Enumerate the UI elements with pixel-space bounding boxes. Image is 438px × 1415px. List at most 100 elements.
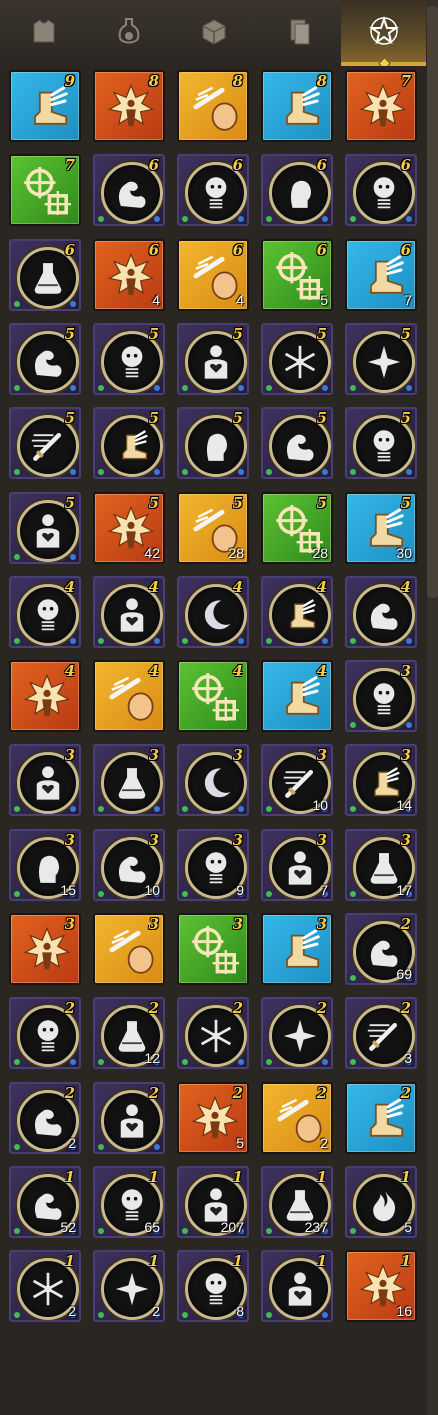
rune-slot[interactable]: 7 xyxy=(9,154,81,226)
rune-slot[interactable]: 3 xyxy=(177,913,249,985)
rune-slot[interactable]: 4 xyxy=(93,576,165,648)
socket-gems xyxy=(14,299,76,307)
rune-slot[interactable]: 5 xyxy=(9,492,81,564)
rune-level: 2 xyxy=(400,999,411,1017)
rune-slot[interactable]: 4 xyxy=(261,660,333,732)
rune-slot[interactable]: 2 xyxy=(345,1082,417,1154)
rune-level: 6 xyxy=(232,156,243,174)
materials-tab[interactable] xyxy=(171,0,256,66)
rune-level: 7 xyxy=(64,156,75,174)
rune-slot[interactable]: 3 10 xyxy=(261,744,333,816)
rune-slot[interactable]: 3 xyxy=(93,744,165,816)
rune-slot[interactable]: 25 xyxy=(177,1082,249,1154)
armor-tab[interactable] xyxy=(1,0,86,66)
socket-gems xyxy=(182,1057,244,1065)
rune-slot[interactable]: 2 xyxy=(177,997,249,1069)
rune-slot[interactable]: 1 207 xyxy=(177,1166,249,1238)
rune-slot[interactable]: 23 xyxy=(345,997,417,1069)
rune-slot[interactable]: 18 xyxy=(177,1250,249,1322)
rune-slot[interactable]: 1 237 xyxy=(261,1166,333,1238)
rune-slot[interactable]: 39 xyxy=(177,829,249,901)
rune-level: 2 xyxy=(232,999,243,1017)
rune-level: 2 xyxy=(316,999,327,1017)
rune-slot[interactable]: 3 xyxy=(9,913,81,985)
potion-icon xyxy=(114,16,144,50)
rune-slot[interactable]: 4 xyxy=(177,576,249,648)
runes-tab[interactable] xyxy=(341,0,426,70)
rune-slot[interactable]: 4 xyxy=(261,576,333,648)
rune-slot[interactable]: 4 xyxy=(345,576,417,648)
rune-level: 2 xyxy=(400,1084,411,1102)
rune-slot[interactable]: 5 xyxy=(345,323,417,395)
rune-slot[interactable]: 3 17 xyxy=(345,829,417,901)
rune-slot[interactable]: 5 xyxy=(177,407,249,479)
rune-slot[interactable]: 3 14 xyxy=(345,744,417,816)
rune-slot[interactable]: 3 15 xyxy=(9,829,81,901)
rune-slot[interactable]: 2 xyxy=(9,997,81,1069)
rune-slot[interactable]: 12 xyxy=(9,1250,81,1322)
rune-slot[interactable]: 5 xyxy=(93,407,165,479)
rune-slot[interactable]: 67 xyxy=(345,239,417,311)
rune-slot[interactable]: 4 xyxy=(9,576,81,648)
rune-quantity: 2 xyxy=(320,1135,328,1151)
rune-slot[interactable]: 4 xyxy=(9,660,81,732)
cubes-icon xyxy=(199,16,229,50)
rune-slot[interactable]: 6 xyxy=(261,154,333,226)
rune-quantity: 52 xyxy=(60,1219,76,1235)
rune-slot[interactable]: 9 xyxy=(9,70,81,142)
rune-level: 4 xyxy=(64,662,75,680)
rune-slot[interactable]: 1 xyxy=(261,1250,333,1322)
rune-slot[interactable]: 22 xyxy=(9,1082,81,1154)
rune-slot[interactable]: 5 28 xyxy=(261,492,333,564)
rune-level: 1 xyxy=(148,1168,159,1186)
rune-quantity: 10 xyxy=(144,882,160,898)
rune-slot[interactable]: 8 xyxy=(177,70,249,142)
rune-slot[interactable]: 15 xyxy=(345,1166,417,1238)
rune-slot[interactable]: 2 xyxy=(93,1082,165,1154)
rune-slot[interactable]: 5 xyxy=(93,323,165,395)
rune-slot[interactable]: 5 xyxy=(345,407,417,479)
rune-slot[interactable]: 6 xyxy=(345,154,417,226)
rune-slot[interactable]: 1 16 xyxy=(345,1250,417,1322)
rune-slot[interactable]: 22 xyxy=(261,1082,333,1154)
rune-slot[interactable]: 6 xyxy=(9,239,81,311)
rune-slot[interactable]: 8 xyxy=(93,70,165,142)
rune-slot[interactable]: 64 xyxy=(177,239,249,311)
rune-slot[interactable]: 3 xyxy=(177,744,249,816)
rune-slot[interactable]: 3 xyxy=(9,744,81,816)
rune-slot[interactable]: 2 xyxy=(261,997,333,1069)
rune-slot[interactable]: 4 xyxy=(177,660,249,732)
rune-slot[interactable]: 7 xyxy=(345,70,417,142)
rune-slot[interactable]: 5 xyxy=(177,323,249,395)
rune-level: 2 xyxy=(400,915,411,933)
rune-slot[interactable]: 65 xyxy=(261,239,333,311)
scrollbar-thumb[interactable] xyxy=(427,6,438,598)
socket-gems xyxy=(350,467,412,475)
rune-slot[interactable]: 5 42 xyxy=(93,492,165,564)
rune-slot[interactable]: 6 xyxy=(93,154,165,226)
rune-slot[interactable]: 3 xyxy=(345,660,417,732)
rune-slot[interactable]: 1 65 xyxy=(93,1166,165,1238)
rune-slot[interactable]: 5 30 xyxy=(345,492,417,564)
rune-slot[interactable]: 1 52 xyxy=(9,1166,81,1238)
rune-slot[interactable]: 3 10 xyxy=(93,829,165,901)
rune-slot[interactable]: 12 xyxy=(93,1250,165,1322)
rune-slot[interactable]: 5 xyxy=(9,407,81,479)
rune-slot[interactable]: 3 xyxy=(261,913,333,985)
rune-slot[interactable]: 2 12 xyxy=(93,997,165,1069)
rune-slot[interactable]: 64 xyxy=(93,239,165,311)
socket-gems xyxy=(14,383,76,391)
socket-gems xyxy=(266,214,328,222)
rune-slot[interactable]: 5 28 xyxy=(177,492,249,564)
rune-slot[interactable]: 3 xyxy=(93,913,165,985)
rune-slot[interactable]: 2 69 xyxy=(345,913,417,985)
cards-tab[interactable] xyxy=(256,0,341,66)
rune-slot[interactable]: 5 xyxy=(261,407,333,479)
rune-slot[interactable]: 6 xyxy=(177,154,249,226)
rune-slot[interactable]: 5 xyxy=(261,323,333,395)
rune-slot[interactable]: 37 xyxy=(261,829,333,901)
rune-slot[interactable]: 8 xyxy=(261,70,333,142)
rune-slot[interactable]: 4 xyxy=(93,660,165,732)
rune-slot[interactable]: 5 xyxy=(9,323,81,395)
potion-tab[interactable] xyxy=(86,0,171,66)
